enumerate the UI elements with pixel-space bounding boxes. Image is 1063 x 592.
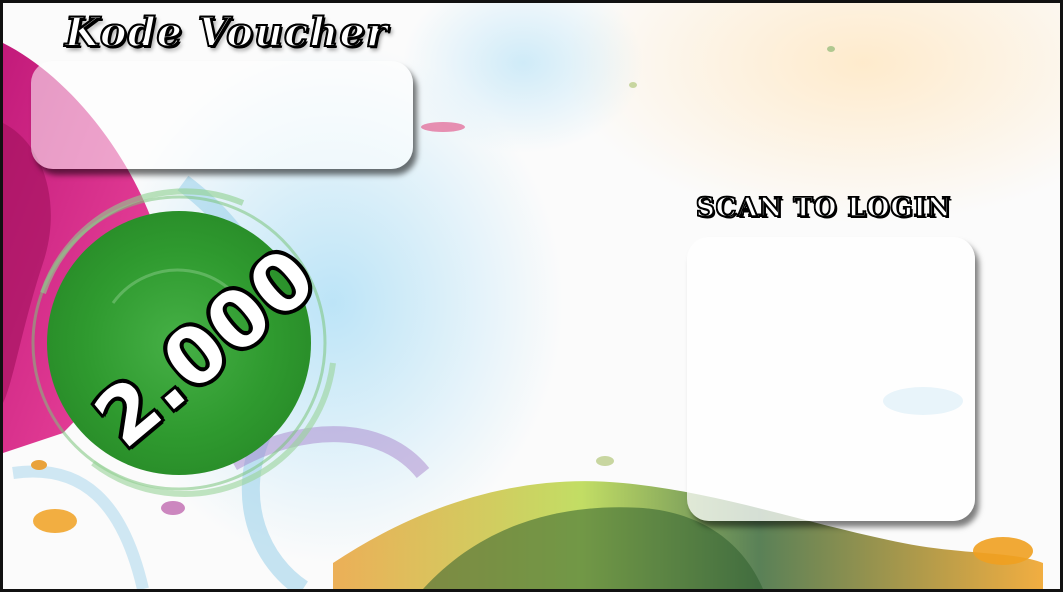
voucher-code-box [31,61,413,169]
voucher-code-title: Kode Voucher [64,8,388,57]
qr-code-box [687,237,975,521]
voucher-card: Kode Voucher 2.000 SCAN TO LOGIN [0,0,1063,592]
scan-to-login-label: SCAN TO LOGIN [695,192,952,224]
voucher-price: 2.000 [77,229,336,467]
price-badge: 2.000 [23,198,353,498]
